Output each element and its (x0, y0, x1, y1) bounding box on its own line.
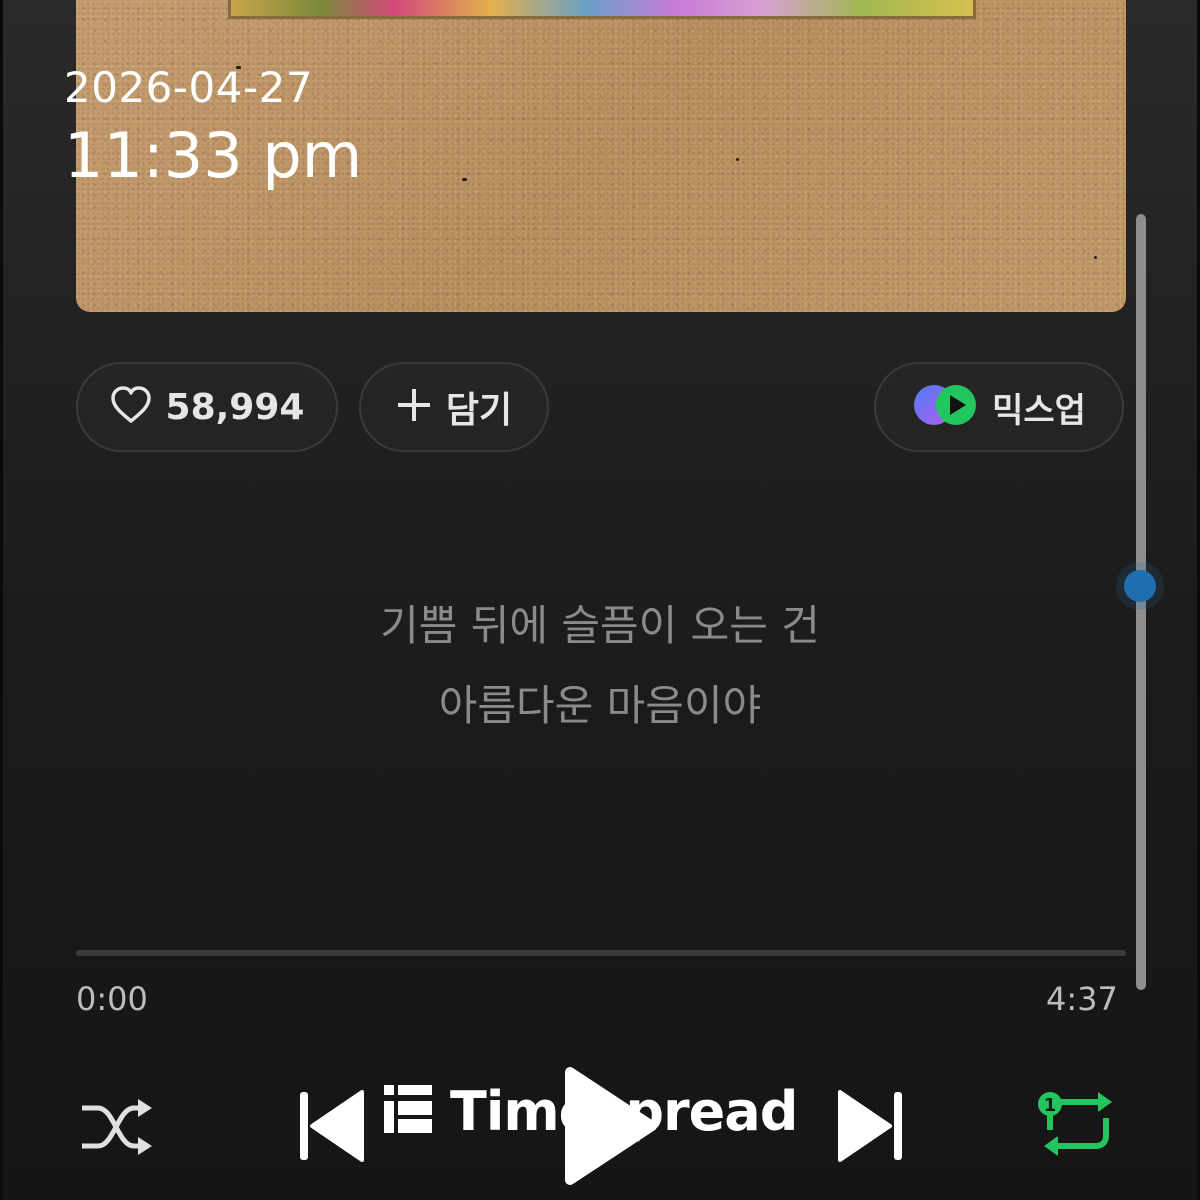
repeat-mode-label: 1 (1044, 1095, 1057, 1116)
skip-previous-icon (298, 1090, 368, 1170)
current-time: 0:00 (76, 980, 148, 1018)
mixup-button[interactable]: 믹스업 (874, 362, 1124, 452)
album-texture-speck (1094, 256, 1097, 259)
date-text: 2026-04-27 (64, 63, 314, 112)
repeat-one-button[interactable]: 1 (1036, 1088, 1120, 1160)
mixup-label: 믹스업 (992, 390, 1086, 431)
album-painting (228, 0, 976, 19)
like-button[interactable]: 58,994 (76, 362, 338, 452)
add-label: 담기 (445, 390, 513, 431)
playback-progress-bar[interactable] (76, 950, 1126, 956)
play-icon (560, 1067, 660, 1194)
plus-icon (396, 387, 432, 427)
shuffle-icon (80, 1099, 154, 1160)
timestamp-overlay: 2026-04-27 11:33 pm (64, 62, 362, 194)
like-count: 58,994 (165, 386, 305, 428)
album-texture-speck (462, 178, 467, 181)
heart-icon (110, 386, 152, 428)
total-time: 4:37 (1046, 980, 1118, 1018)
lyric-line: 아름다운 마음이야 (438, 681, 762, 730)
add-to-playlist-button[interactable]: 담기 (359, 362, 549, 452)
music-player-screen: 2026-04-27 11:33 pm 58,994 담기 믹스업 기쁨 뒤에 … (0, 0, 1200, 1200)
watermark-logo-icon (384, 1085, 432, 1137)
time-text: 11:33 pm (64, 119, 363, 192)
lyrics-panel[interactable]: 기쁨 뒤에 슬픔이 오는 건 아름다운 마음이야 (0, 586, 1200, 746)
skip-next-icon (834, 1090, 904, 1170)
album-texture-speck (736, 158, 739, 161)
mixup-logo-icon (912, 383, 978, 431)
shuffle-button[interactable] (80, 1098, 154, 1156)
previous-track-button[interactable] (298, 1086, 368, 1166)
lyric-line: 기쁨 뒤에 슬픔이 오는 건 (380, 601, 820, 650)
next-track-button[interactable] (834, 1086, 904, 1166)
play-button[interactable] (560, 1062, 660, 1190)
repeat-one-icon: 1 (1036, 1092, 1120, 1164)
